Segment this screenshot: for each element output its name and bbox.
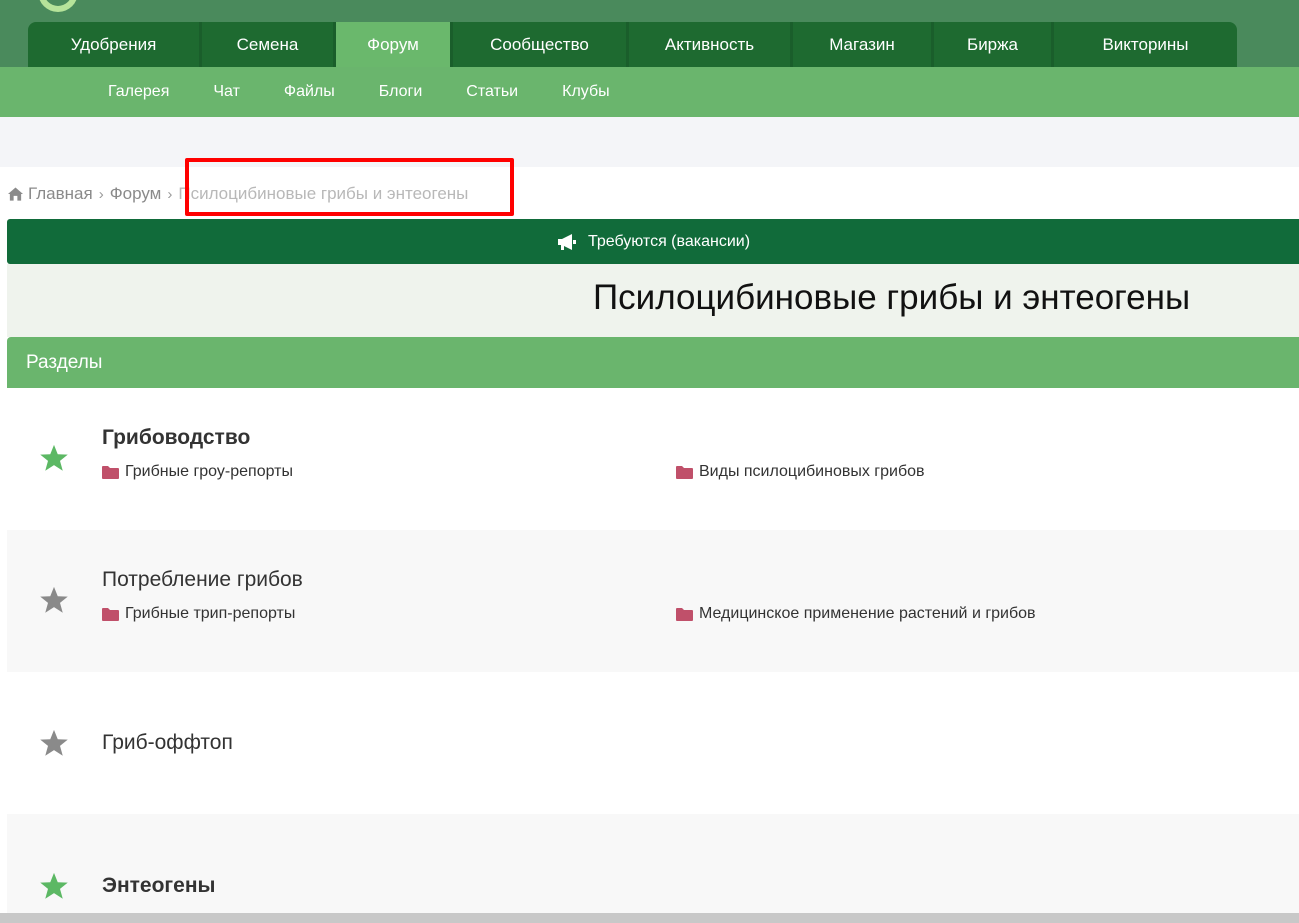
- folder-icon: [676, 607, 693, 621]
- star-icon: [40, 444, 68, 471]
- subforum-link[interactable]: Медицинское применение растений и грибов: [676, 605, 1036, 623]
- breadcrumb-home[interactable]: Главная: [28, 184, 93, 204]
- sub-nav-chat[interactable]: Чат: [191, 83, 262, 101]
- main-nav-exchange[interactable]: Биржа: [934, 22, 1054, 67]
- star-icon: [40, 872, 68, 899]
- section-title[interactable]: Потребление грибов: [102, 568, 303, 592]
- megaphone-icon: [557, 233, 576, 250]
- horizontal-scrollbar[interactable]: [0, 913, 1299, 923]
- folder-icon: [102, 465, 119, 479]
- page-title: Псилоцибиновые грибы и энтеогены: [593, 278, 1191, 317]
- star-icon: [40, 729, 68, 756]
- notice-text: Требуются (вакансии): [587, 232, 751, 250]
- home-icon[interactable]: [8, 187, 23, 201]
- section-row: Энтеогены: [7, 814, 1299, 913]
- chevron-right-icon: ›: [167, 185, 173, 203]
- site-header: Удобрения Семена Форум Сообщество Активн…: [0, 0, 1299, 67]
- main-nav-community[interactable]: Сообщество: [453, 22, 629, 67]
- breadcrumb-current: Псилоцибиновые грибы и энтеогены: [178, 184, 469, 203]
- sections-header-label: Разделы: [26, 351, 103, 373]
- folder-icon: [676, 465, 693, 479]
- subforum-label: Грибные гроу-репорты: [125, 463, 293, 480]
- section-title[interactable]: Энтеогены: [102, 874, 215, 898]
- breadcrumb: Главная › Форум › Псилоцибиновые грибы и…: [8, 182, 468, 206]
- section-row: Гриб-оффтоп: [7, 672, 1299, 814]
- logo[interactable]: [38, 0, 78, 12]
- subforum-link[interactable]: Грибные гроу-репорты: [102, 463, 293, 481]
- subforum-link[interactable]: Грибные трип-репорты: [102, 605, 295, 623]
- vacancies-notice[interactable]: Требуются (вакансии): [7, 219, 1299, 264]
- main-nav: Удобрения Семена Форум Сообщество Активн…: [28, 22, 1237, 67]
- main-nav-seeds[interactable]: Семена: [202, 22, 336, 67]
- subforum-label: Виды псилоцибиновых грибов: [699, 463, 925, 480]
- chevron-right-icon: ›: [98, 185, 104, 203]
- section-title[interactable]: Гриб-оффтоп: [102, 731, 233, 755]
- section-title[interactable]: Грибоводство: [102, 426, 250, 450]
- main-nav-activity[interactable]: Активность: [629, 22, 793, 67]
- main-nav-shop[interactable]: Магазин: [793, 22, 934, 67]
- sub-nav-articles[interactable]: Статьи: [444, 83, 540, 101]
- sections-header: Разделы: [7, 337, 1299, 388]
- main-nav-quizzes[interactable]: Викторины: [1054, 22, 1237, 67]
- sub-nav-files[interactable]: Файлы: [262, 83, 357, 101]
- star-icon: [40, 586, 68, 613]
- folder-icon: [102, 607, 119, 621]
- sub-nav: Галерея Чат Файлы Блоги Статьи Клубы: [0, 67, 1299, 117]
- title-area: Псилоцибиновые грибы и энтеогены: [7, 264, 1299, 337]
- subforum-link[interactable]: Виды псилоцибиновых грибов: [676, 463, 925, 481]
- sub-nav-gallery[interactable]: Галерея: [86, 83, 191, 101]
- sub-nav-blogs[interactable]: Блоги: [357, 83, 445, 101]
- subforum-label: Медицинское применение растений и грибов: [699, 605, 1036, 622]
- section-row: Потребление грибов Грибные трип-репорты …: [7, 530, 1299, 672]
- sub-nav-clubs[interactable]: Клубы: [540, 83, 632, 101]
- main-nav-forum[interactable]: Форум: [336, 22, 453, 67]
- breadcrumb-forum[interactable]: Форум: [110, 184, 162, 204]
- subforum-label: Грибные трип-репорты: [125, 605, 296, 622]
- main-nav-fertilizers[interactable]: Удобрения: [28, 22, 202, 67]
- spacer-band: [0, 117, 1299, 167]
- section-row: Грибоводство Грибные гроу-репорты Виды п…: [7, 388, 1299, 530]
